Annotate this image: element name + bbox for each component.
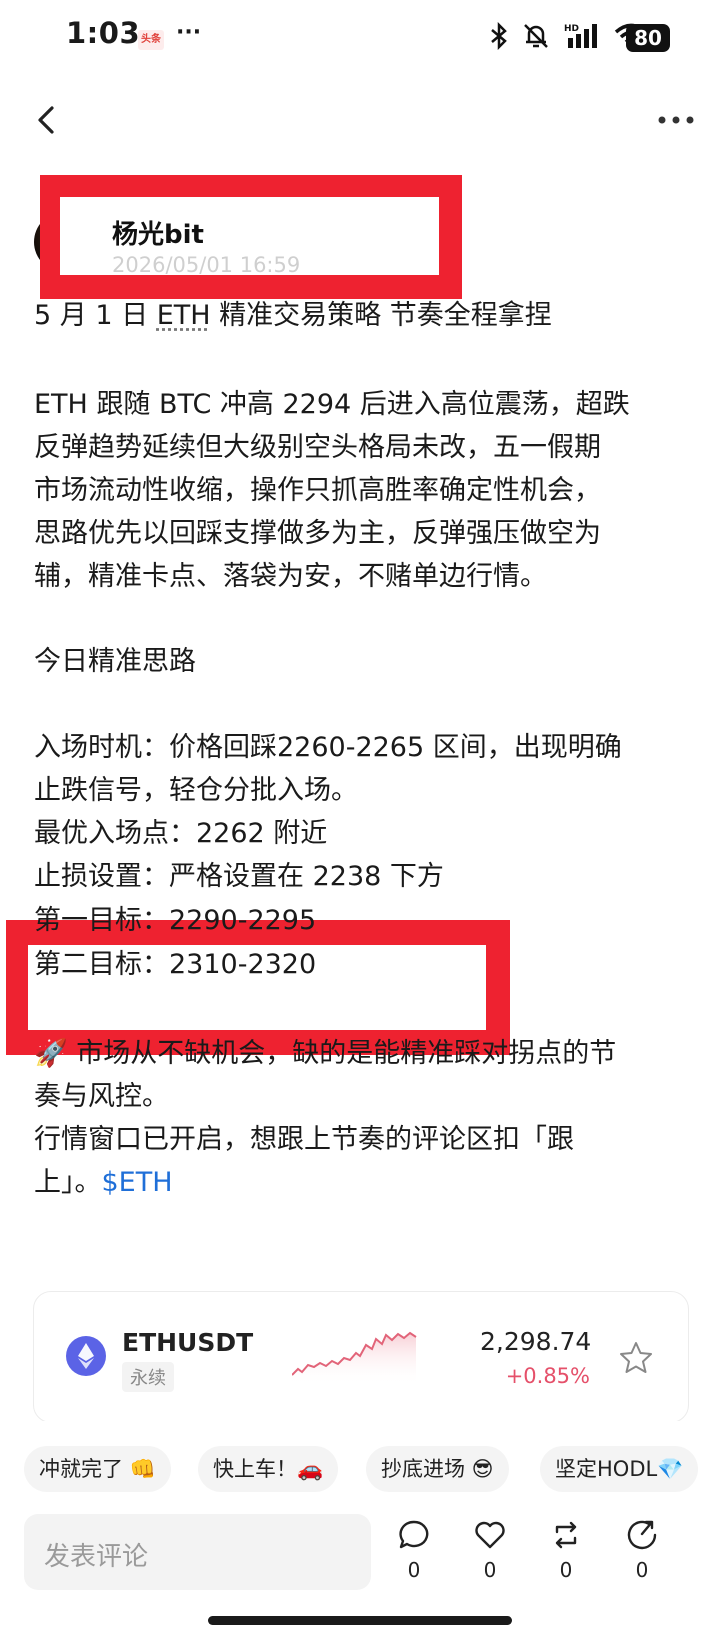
battery-indicator: 80	[626, 24, 670, 52]
price-sparkline	[292, 1331, 417, 1385]
quick-reply-chip[interactable]: 冲就完了 👊	[24, 1446, 171, 1492]
quick-reply-chip[interactable]: 快上车！🚗	[198, 1446, 339, 1492]
comment-placeholder: 发表评论	[44, 1542, 149, 1572]
closing-line: 🚀 市场从不缺机会，缺的是能精准踩对拐点的节	[34, 1032, 616, 1076]
stop-loss-line: 止损设置：严格设置在 2238 下方	[34, 861, 444, 892]
author-name[interactable]: 杨光bit	[112, 214, 204, 251]
comments-button[interactable]: 0	[392, 1518, 436, 1582]
title-ticker-link[interactable]: ETH	[157, 300, 211, 331]
closing-text: 上」。	[34, 1167, 102, 1198]
ethereum-icon	[66, 1336, 106, 1376]
news-app-icon: 头条	[138, 30, 164, 50]
paragraph-line: 思路优先以回踩支撑做多为主，反弹强压做空为	[34, 518, 601, 549]
share-icon	[627, 1520, 657, 1550]
post-timestamp: 2026/05/01 16:59	[112, 253, 301, 277]
best-entry-line: 最优入场点：2262 附近	[34, 818, 328, 849]
reposts-count: 0	[559, 1558, 573, 1582]
closing-text: 市场从不缺机会，缺的是能精准踩对拐点的节	[76, 1038, 617, 1069]
share-button[interactable]: 0	[620, 1518, 664, 1582]
chevron-left-icon	[38, 106, 54, 134]
closing-line: 上」。$ETH	[34, 1161, 173, 1205]
paragraph-line: 反弹趋势延续但大级别空头格局未改，五一假期	[34, 432, 601, 463]
shares-count: 0	[635, 1558, 649, 1582]
favorite-star-button[interactable]	[618, 1340, 654, 1380]
more-dots-icon	[658, 116, 694, 124]
closing-line: 奏与风控。	[34, 1081, 169, 1112]
heart-icon	[475, 1521, 505, 1549]
contract-type-badge: 永续	[122, 1362, 174, 1392]
repost-button[interactable]: 0	[544, 1518, 588, 1582]
comment-bubble-icon	[399, 1520, 429, 1549]
paragraph-line: 市场流动性收缩，操作只抓高胜率确定性机会，	[34, 475, 601, 506]
likes-count: 0	[483, 1558, 497, 1582]
mute-bell-icon	[524, 24, 548, 48]
status-time: 1:03	[66, 16, 141, 50]
target-1-line: 第一目标：2290-2295	[34, 905, 317, 936]
paragraph-line: ETH 跟随 BTC 冲高 2294 后进入高位震荡，超跌	[34, 389, 630, 420]
quick-reply-chip[interactable]: 抄底进场 😎	[366, 1446, 509, 1492]
more-notifications-icon: ···	[176, 20, 202, 45]
rocket-icon: 🚀	[34, 1038, 68, 1069]
post-title: 5 月 1 日 ETH 精准交易策略 节奏全程拿捏	[34, 294, 552, 338]
more-options-button[interactable]	[656, 110, 696, 140]
section-heading: 今日精准思路	[34, 646, 196, 677]
back-button[interactable]	[30, 100, 70, 140]
status-icons: HD	[490, 22, 648, 50]
like-button[interactable]: 0	[468, 1518, 512, 1582]
closing-line: 行情窗口已开启，想跟上节奏的评论区扣「跟	[34, 1124, 574, 1155]
star-icon	[620, 1342, 652, 1373]
quick-reply-chip[interactable]: 坚定HODL💎	[540, 1446, 699, 1492]
signal-icon: HD	[564, 24, 597, 48]
target-2-line: 第二目标：2310-2320	[34, 949, 317, 980]
ticker-symbol: ETHUSDT	[122, 1328, 254, 1357]
svg-text:HD: HD	[564, 24, 579, 34]
entry-line: 止跌信号，轻仓分批入场。	[34, 775, 358, 806]
entry-line: 入场时机：价格回踩2260-2265 区间，出现明确	[34, 732, 622, 763]
paragraph-line: 辅，精准卡点、落袋为安，不赌单边行情。	[34, 561, 547, 592]
home-indicator[interactable]	[208, 1616, 512, 1625]
ticker-price: 2,298.74	[480, 1327, 592, 1356]
ticker-change: +0.85%	[505, 1364, 590, 1388]
title-prefix: 5 月 1 日	[34, 300, 157, 331]
eth-tag-link[interactable]: $ETH	[102, 1167, 173, 1198]
comments-count: 0	[407, 1558, 421, 1582]
repost-icon	[555, 1521, 577, 1549]
title-suffix: 精准交易策略 节奏全程拿捏	[210, 300, 552, 331]
bluetooth-icon	[491, 22, 507, 50]
